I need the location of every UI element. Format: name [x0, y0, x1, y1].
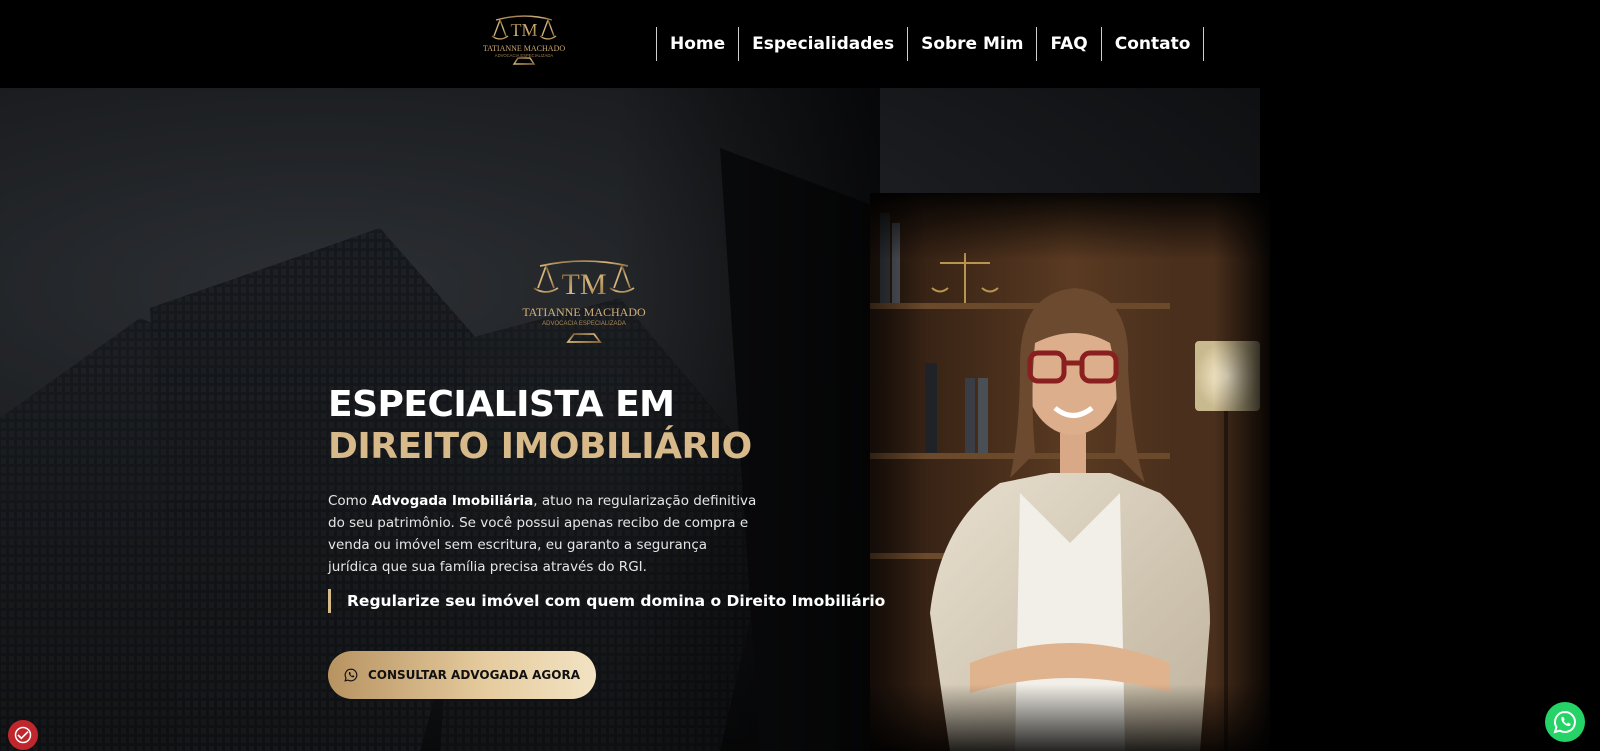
desc-bold: Advogada Imobiliária	[371, 493, 534, 509]
header-logo[interactable]: TM TATIANNE MACHADO ADVOCACIA ESPECIALIZ…	[482, 6, 566, 72]
hero-tagline: Regularize seu imóvel com quem domina o …	[328, 589, 885, 613]
desc-intro: Como	[328, 493, 372, 509]
hero-right-background	[1260, 88, 1600, 751]
hero-description: Como Advogada Imobiliária, atuo na regul…	[328, 490, 758, 578]
hero-logo-monogram: TM	[562, 268, 607, 301]
nav-especialidades[interactable]: Especialidades	[739, 27, 909, 61]
hero-logo-name: TATIANNE MACHADO	[522, 305, 646, 319]
cta-label: CONSULTAR ADVOGADA AGORA	[367, 668, 580, 682]
nav-faq[interactable]: FAQ	[1037, 27, 1102, 61]
portrait-fade-overlay	[870, 193, 1270, 751]
main-nav: Home Especialidades Sobre Mim FAQ Contat…	[656, 27, 1205, 61]
hero-section: TM TATIANNE MACHADO ADVOCACIA ESPECIALIZ…	[0, 88, 1600, 751]
logo-monogram: TM	[511, 20, 538, 40]
whatsapp-icon	[344, 668, 358, 682]
whatsapp-icon	[1553, 710, 1576, 734]
nav-sobre-mim[interactable]: Sobre Mim	[908, 27, 1038, 61]
hero-logo-subtitle: ADVOCACIA ESPECIALIZADA	[542, 321, 626, 327]
hero-title: ESPECIALISTA EM DIREITO IMOBILIÁRIO	[328, 384, 752, 468]
hero-title-line2: DIREITO IMOBILIÁRIO	[328, 426, 752, 467]
accessibility-icon	[14, 726, 32, 744]
hero-logo: TM TATIANNE MACHADO ADVOCACIA ESPECIALIZ…	[522, 250, 646, 343]
nav-home[interactable]: Home	[657, 27, 740, 61]
nav-contato[interactable]: Contato	[1102, 27, 1205, 61]
consult-lawyer-button[interactable]: CONSULTAR ADVOGADA AGORA	[328, 651, 596, 699]
whatsapp-float-button[interactable]	[1545, 702, 1585, 742]
hero-title-line1: ESPECIALISTA EM	[328, 384, 675, 425]
site-header: TM TATIANNE MACHADO ADVOCACIA ESPECIALIZ…	[0, 0, 1600, 88]
accessibility-button[interactable]	[8, 720, 38, 750]
logo-name: TATIANNE MACHADO	[483, 44, 565, 53]
lawyer-portrait	[870, 193, 1270, 751]
logo-subtitle: ADVOCACIA ESPECIALIZADA	[495, 53, 554, 58]
